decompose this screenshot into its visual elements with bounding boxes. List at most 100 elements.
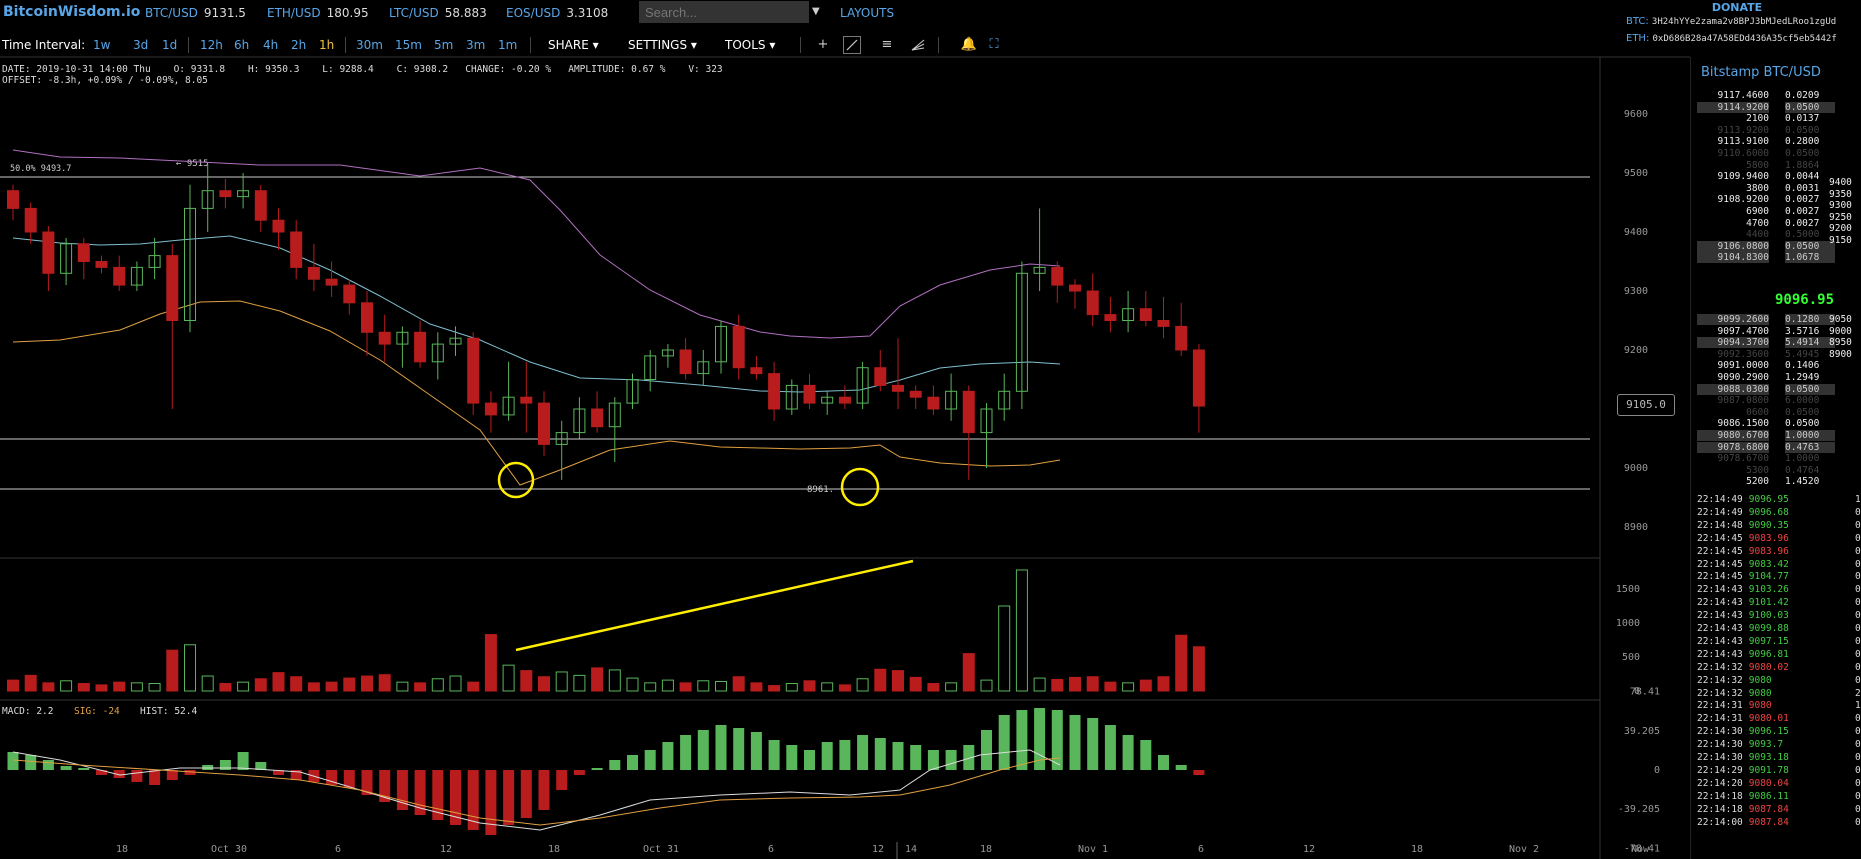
search-input[interactable] [639, 1, 809, 23]
bid-row[interactable]: 9078.6700 1.0000 [1697, 453, 1857, 465]
interval-15m[interactable]: 15m [395, 38, 422, 52]
time-axis-label: 6 [335, 844, 341, 855]
trade-price: 9080 [1748, 687, 1772, 699]
volume-bar [661, 679, 674, 692]
volume-bar [892, 670, 904, 692]
volume-bar [644, 682, 657, 692]
bid-row[interactable]: 9086.1500 0.0500 [1697, 418, 1857, 430]
interval-1h[interactable]: 1h [319, 38, 334, 52]
ask-size: 0.5000 [1785, 229, 1820, 241]
interval-4h[interactable]: 4h [263, 38, 278, 52]
fullscreen-icon[interactable]: ⛶ [985, 36, 1003, 54]
macd-histogram-bar [1175, 765, 1187, 770]
ticker-ltc[interactable]: LTC/USD 58.883 [389, 6, 487, 20]
interval-1m[interactable]: 1m [498, 38, 517, 52]
ask-row[interactable]: 9114.9200 0.0500 [1697, 101, 1857, 114]
macd-histogram-bar [733, 728, 745, 770]
interval-6h[interactable]: 6h [234, 38, 249, 52]
interval-1w[interactable]: 1w [93, 38, 110, 52]
ask-row[interactable]: 5800 1.8864 [1697, 160, 1857, 172]
bid-row[interactable]: 9088.0300 0.0500 [1697, 383, 1857, 396]
separator [345, 37, 346, 53]
bid-row[interactable]: 9091.0000 0.1406 [1697, 360, 1857, 372]
donate-btc-row: BTC: 3H24hYYe2zama2v8BPJ3bMJedLRoo1zgUd [1626, 16, 1836, 27]
ask-row[interactable]: 2100 0.0137 [1697, 113, 1857, 125]
ticker-value: 180.95 [326, 6, 369, 20]
bid-size: 6.0000 [1785, 395, 1820, 407]
ask-row[interactable]: 9113.9200 0.0500 [1697, 125, 1857, 137]
fan-glyph [911, 39, 925, 51]
bid-row[interactable]: 9078.6800 0.4763 [1697, 441, 1857, 454]
volume-axis-label: 500 [1622, 652, 1640, 663]
time-axis-label: 18 [116, 844, 128, 855]
annotation-circle-low-2 [840, 467, 880, 507]
trade-row: 22:14:18 9087.84 0. [1697, 804, 1861, 817]
bid-row[interactable]: 9090.2900 1.2949 [1697, 372, 1857, 384]
bid-size: 5.4914 [1785, 337, 1835, 349]
bell-icon[interactable]: 🔔 [960, 36, 978, 54]
ask-size: 1.0678 [1785, 252, 1835, 264]
ticker-eth[interactable]: ETH/USD 180.95 [267, 6, 369, 20]
bid-size: 0.0500 [1785, 418, 1820, 430]
crosshair-icon[interactable]: + [814, 36, 832, 54]
ask-row[interactable]: 9104.8300 1.0678 [1697, 252, 1857, 264]
candle-body [591, 408, 604, 428]
site-logo[interactable]: BitcoinWisdom.io [3, 4, 140, 20]
macd-histogram-bar [981, 730, 992, 770]
trade-amount: 0. [1855, 635, 1861, 647]
trade-amount: 0. [1855, 506, 1861, 518]
bid-row[interactable]: 0600 0.0500 [1697, 407, 1857, 419]
trade-price: 9101.42 [1748, 597, 1789, 609]
volume-bar [484, 634, 497, 692]
depth-level: 9250 [1829, 211, 1852, 223]
macd-histogram-bar [768, 740, 780, 770]
ask-row[interactable]: 9113.9100 0.2800 [1697, 136, 1857, 148]
time-axis-label: 12 [440, 844, 452, 855]
ask-row[interactable]: 9110.6000 0.0500 [1697, 148, 1857, 160]
layouts-link[interactable]: LAYOUTS [840, 6, 894, 20]
interval-2h[interactable]: 2h [291, 38, 306, 52]
candle-body [272, 219, 285, 233]
ticker-btc[interactable]: BTC/USD 9131.5 [145, 6, 246, 20]
trade-price: 9093.18 [1748, 752, 1789, 763]
exchange-title[interactable]: Bitstamp BTC/USD [1701, 65, 1821, 80]
bid-row[interactable]: 5300 0.4764 [1697, 465, 1857, 477]
candle-body [290, 231, 303, 268]
interval-30m[interactable]: 30m [356, 38, 383, 52]
main-chart[interactable]: 9600950094009300920091009000890015001000… [0, 0, 1690, 859]
interval-3m[interactable]: 3m [466, 38, 485, 52]
fibonacci-fan-icon[interactable] [909, 36, 927, 54]
trade-row: 22:14:45 9104.77 0. [1697, 571, 1861, 584]
ask-size: 0.2800 [1785, 136, 1820, 148]
trade-row: 22:14:43 9097.15 0. [1697, 636, 1861, 649]
settings-menu[interactable]: SETTINGS ▾ [628, 38, 697, 52]
trade-price: 9080 [1748, 674, 1772, 686]
bid-row[interactable]: 9087.0800 6.0000 [1697, 395, 1857, 407]
separator [800, 37, 801, 53]
horizontal-lines-icon[interactable]: ≡ [878, 36, 896, 54]
interval-3d[interactable]: 3d [133, 38, 148, 52]
trade-price: 9083.96 [1748, 532, 1789, 544]
ask-price: 9106.0800 [1697, 240, 1769, 252]
ticker-value: 9131.5 [203, 6, 246, 20]
interval-1d[interactable]: 1d [162, 38, 177, 52]
trendline-icon[interactable] [843, 36, 861, 54]
price-axis-label: 9400 [1624, 227, 1648, 238]
share-menu[interactable]: SHARE ▾ [548, 38, 599, 52]
volume-bar [502, 664, 515, 692]
donate-title[interactable]: DONATE [1622, 1, 1852, 14]
donate-btc-address[interactable]: 3H24hYYe2zama2v8BPJ3bMJedLRoo1zgUd [1652, 17, 1836, 27]
ask-price: 3800 [1746, 182, 1769, 194]
ask-row[interactable]: 9117.4600 0.0209 [1697, 90, 1857, 102]
depth-level: 9400 [1829, 177, 1852, 188]
macd-histogram-bar [1069, 715, 1081, 770]
tools-menu[interactable]: TOOLS ▾ [725, 38, 775, 52]
interval-12h[interactable]: 12h [200, 38, 223, 52]
trade-time: 22:14:45 [1697, 558, 1743, 570]
bid-row[interactable]: 5200 1.4520 [1697, 476, 1857, 488]
volume-bar [95, 684, 108, 692]
bid-row[interactable]: 9080.6700 1.0000 [1697, 430, 1857, 442]
ticker-eos[interactable]: EOS/USD 3.3108 [506, 6, 608, 20]
interval-5m[interactable]: 5m [434, 38, 453, 52]
search-dropdown-icon[interactable]: ▼ [812, 6, 820, 17]
